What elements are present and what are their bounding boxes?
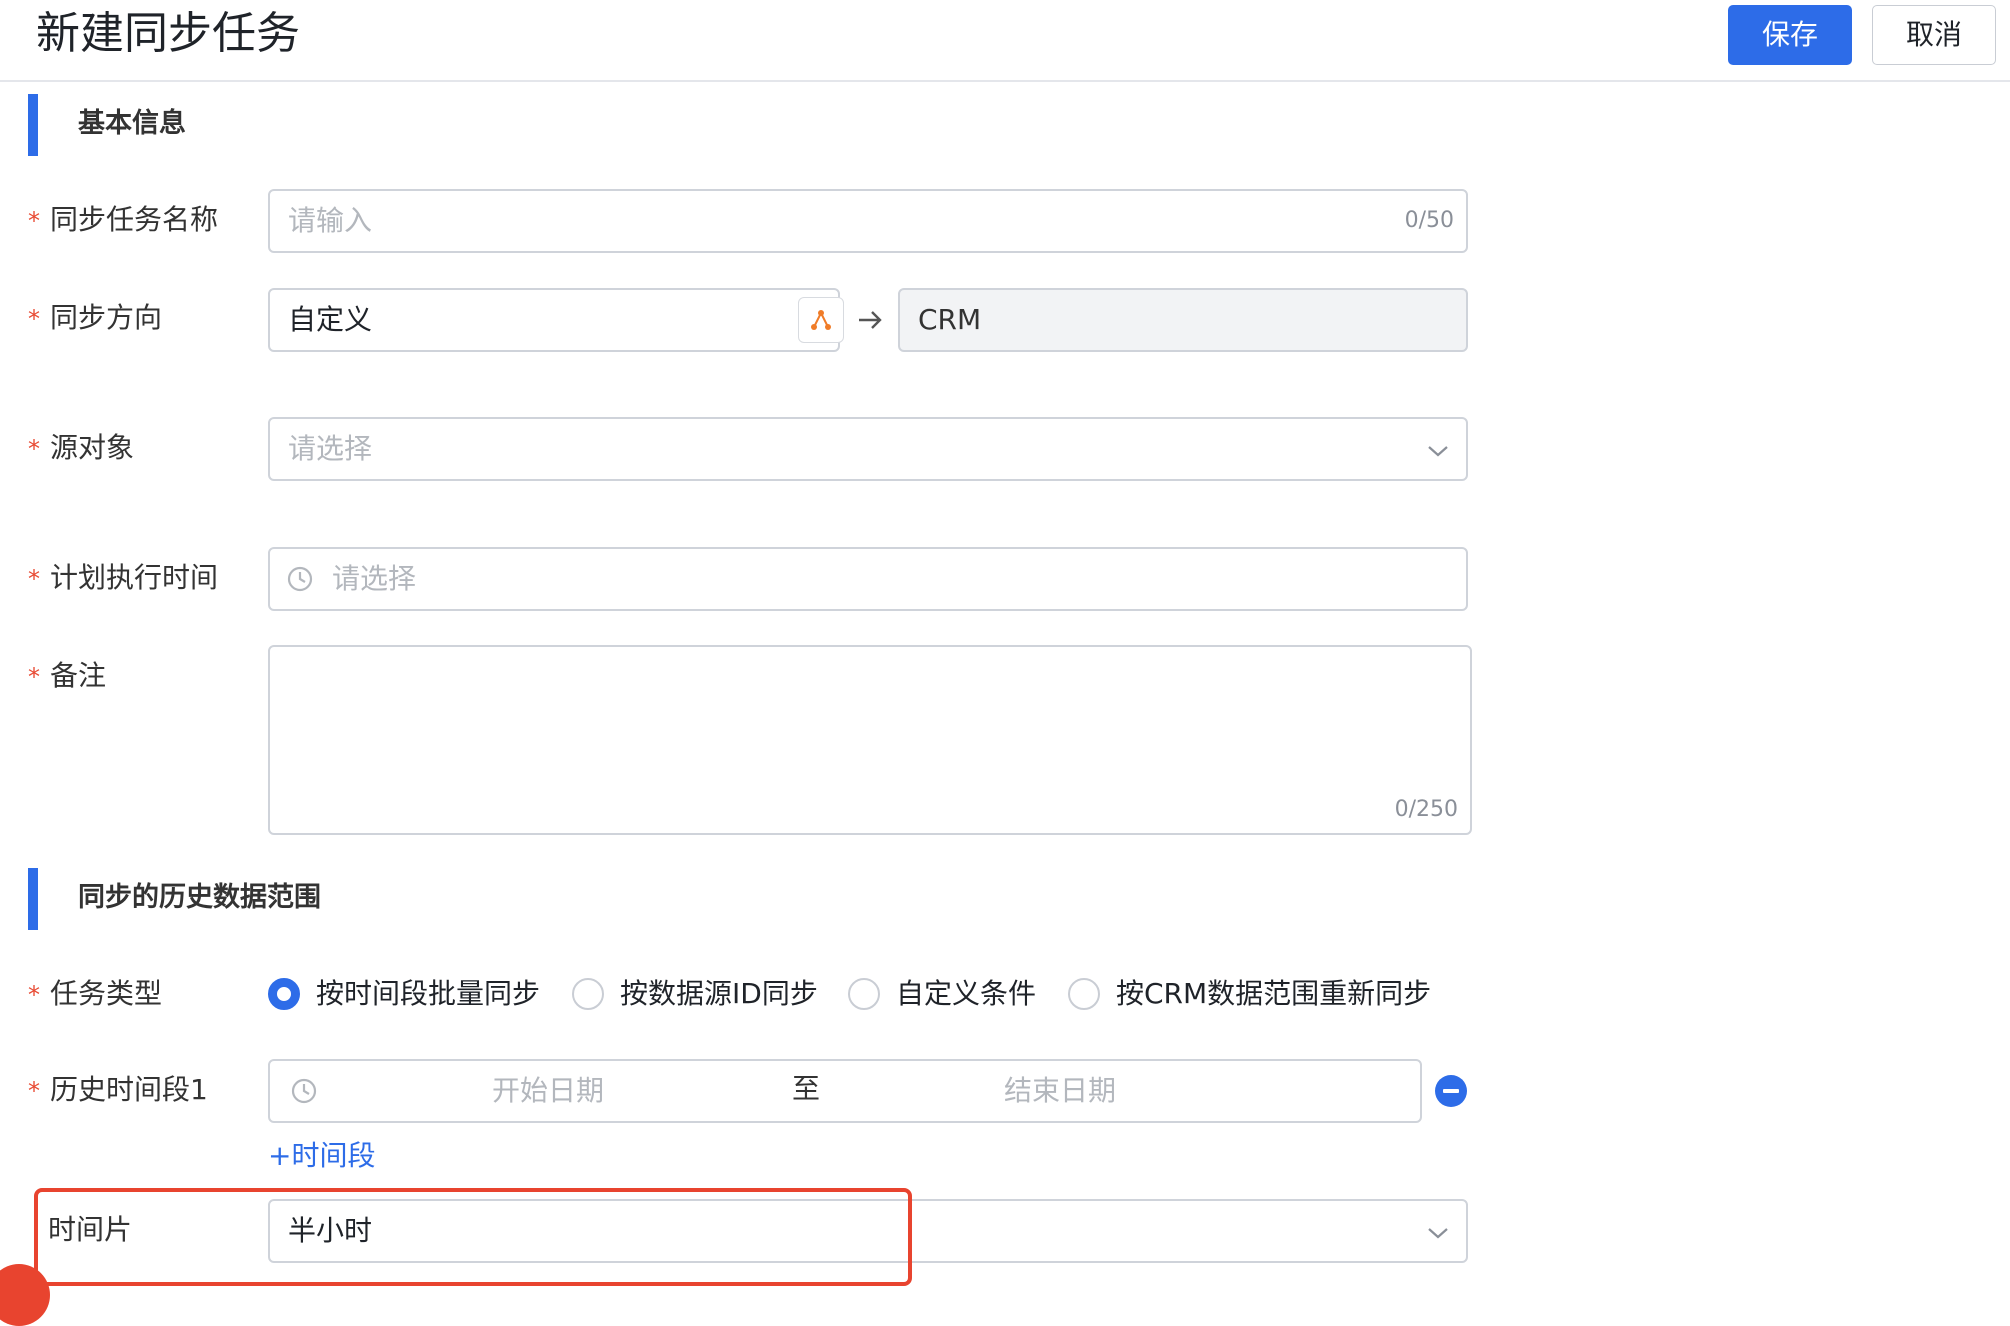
task-name-counter: 0/50	[1404, 208, 1454, 233]
history-start-date[interactable]: 开始日期	[492, 1071, 604, 1111]
radio-crm-range-resync[interactable]	[1068, 978, 1100, 1010]
cancel-button[interactable]: 取消	[1872, 5, 1996, 65]
required-mark: *	[28, 305, 40, 333]
required-mark: *	[28, 435, 40, 463]
radio-by-source-id[interactable]	[572, 978, 604, 1010]
branch-icon	[811, 310, 831, 330]
header-divider	[0, 80, 2010, 82]
required-mark: *	[28, 207, 40, 235]
highlight-annotation-box	[34, 1188, 912, 1286]
section-accent-bar	[28, 94, 38, 156]
source-picker-button[interactable]	[798, 297, 844, 343]
radio-label-by-source-id[interactable]: 按数据源ID同步	[620, 974, 818, 1014]
save-button[interactable]: 保存	[1728, 5, 1852, 65]
page-title: 新建同步任务	[36, 8, 300, 59]
task-name-input[interactable]: 请输入 0/50	[268, 189, 1468, 253]
schedule-time-placeholder: 请选择	[332, 562, 417, 595]
clock-icon	[287, 566, 313, 592]
radio-label-batch-by-time[interactable]: 按时间段批量同步	[316, 974, 540, 1014]
section-title-basic: 基本信息	[78, 108, 186, 139]
required-mark: *	[28, 663, 40, 691]
remark-counter: 0/250	[1394, 797, 1458, 822]
direction-source-value: 自定义	[288, 303, 373, 336]
direction-label: * 同步方向	[28, 301, 163, 334]
required-mark: *	[28, 565, 40, 593]
schedule-time-picker[interactable]: 请选择	[268, 547, 1468, 611]
history-range-separator: 至	[792, 1072, 821, 1105]
chevron-down-icon	[1428, 446, 1448, 457]
direction-source-select[interactable]: 自定义	[268, 288, 844, 352]
history-end-date[interactable]: 结束日期	[1004, 1071, 1116, 1111]
required-mark: *	[28, 981, 40, 1009]
history-range-label: * 历史时间段1	[28, 1073, 208, 1106]
direction-target-value: CRM	[918, 303, 982, 336]
direction-target-field: CRM	[898, 288, 1468, 352]
radio-custom-condition[interactable]	[848, 978, 880, 1010]
clock-icon	[291, 1078, 317, 1104]
chevron-down-icon	[1428, 1228, 1448, 1239]
radio-batch-by-time[interactable]	[268, 978, 300, 1010]
source-object-label: * 源对象	[28, 431, 135, 464]
task-name-label: * 同步任务名称	[28, 203, 219, 236]
source-object-placeholder: 请选择	[288, 432, 373, 465]
remark-textarea[interactable]: 0/250	[268, 645, 1472, 835]
task-type-label: * 任务类型	[28, 977, 163, 1010]
remark-label: * 备注	[28, 659, 107, 692]
minus-circle-icon[interactable]	[1434, 1074, 1468, 1108]
section-accent-bar	[28, 868, 38, 930]
required-mark: *	[28, 1077, 40, 1105]
section-title-history: 同步的历史数据范围	[78, 882, 321, 913]
task-name-placeholder: 请输入	[288, 204, 373, 237]
radio-label-crm-range-resync[interactable]: 按CRM数据范围重新同步	[1116, 974, 1431, 1014]
history-range-picker[interactable]: 开始日期 至 结束日期	[268, 1059, 1422, 1123]
schedule-time-label: * 计划执行时间	[28, 561, 219, 594]
source-object-select[interactable]: 请选择	[268, 417, 1468, 481]
arrow-right-icon	[859, 311, 882, 329]
add-time-range-link[interactable]: +时间段	[268, 1136, 375, 1176]
radio-label-custom-condition[interactable]: 自定义条件	[896, 974, 1036, 1014]
